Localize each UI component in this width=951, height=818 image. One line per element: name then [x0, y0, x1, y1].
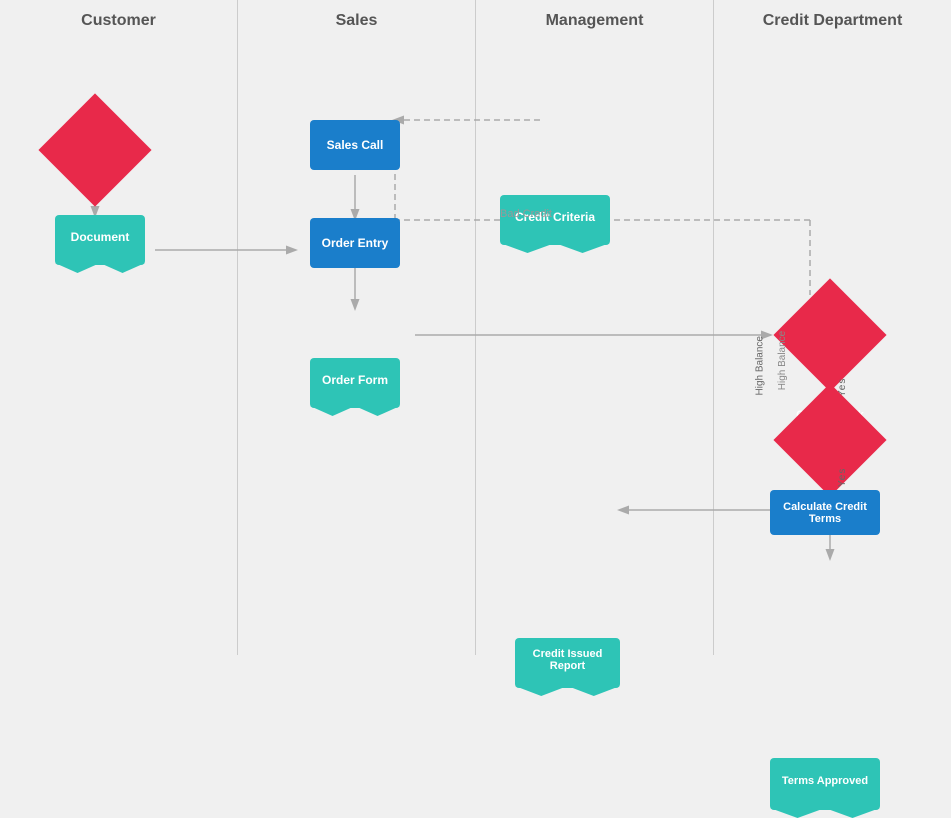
diagram-container: Customer Sales Management Credit Departm…: [0, 0, 951, 655]
lane-customer: Customer: [0, 0, 238, 655]
order-entry-shape: Order Entry: [310, 218, 400, 268]
sales-call-shape: Sales Call: [310, 120, 400, 170]
lane-customer-header: Customer: [0, 0, 237, 38]
terms-approved-label: Terms Approved: [782, 775, 868, 787]
calculate-credit-label: Calculate Credit Terms: [770, 501, 880, 525]
review-accounts-wrapper: Review Accounts Receivable Balance: [790, 400, 870, 480]
lane-sales: Sales: [238, 0, 476, 655]
document-shape: Document: [55, 215, 145, 265]
order-form-label: Order Form: [322, 373, 388, 387]
high-balance-text: High Balance: [777, 331, 788, 390]
order-entry-label: Order Entry: [322, 236, 389, 250]
credit-check-wrapper: Credit Check: [790, 295, 870, 375]
order-form-shape: Order Form: [310, 358, 400, 408]
lane-credit-header: Credit Department: [714, 0, 951, 38]
calculate-credit-shape: Calculate Credit Terms: [770, 490, 880, 535]
lane-management-header: Management: [476, 0, 713, 38]
yes2-label: Yes: [838, 462, 848, 487]
document-label: Document: [71, 230, 130, 244]
high-balance-label: High Balance: [755, 336, 766, 395]
bad-credit-label: Bad Credit: [500, 208, 552, 220]
credit-issued-shape: Credit Issued Report: [515, 638, 620, 688]
lane-management: Management: [476, 0, 714, 655]
lane-sales-header: Sales: [238, 0, 475, 38]
terms-approved-shape: Terms Approved: [770, 758, 880, 810]
credit-criteria-shape: Credit Criteria: [500, 195, 610, 245]
credit-issued-label: Credit Issued Report: [515, 648, 620, 672]
buy-product-wrapper: Buy Product: [55, 110, 135, 190]
sales-call-label: Sales Call: [327, 138, 384, 152]
